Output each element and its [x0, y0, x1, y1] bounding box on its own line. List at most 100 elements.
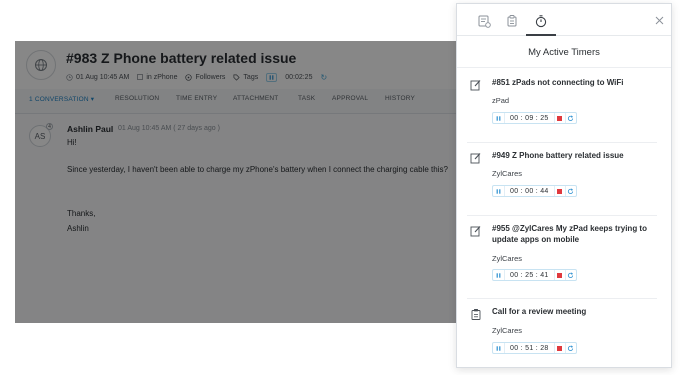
- message-author[interactable]: Ashlin Paul: [67, 124, 113, 134]
- ticket-timer-reset-icon[interactable]: ↻: [320, 73, 327, 82]
- timer-title[interactable]: Call for a review meeting: [492, 306, 660, 317]
- ticket-edit-icon: [470, 78, 482, 91]
- message-body: Since yesterday, I haven't been able to …: [67, 165, 448, 174]
- tab-timers[interactable]: [526, 10, 556, 36]
- reset-button[interactable]: [564, 343, 576, 353]
- pause-icon: [269, 74, 274, 80]
- tab-attachment[interactable]: ATTACHMENT: [233, 95, 278, 102]
- timer-item[interactable]: #851 zPads not connecting to WiFi zPad 0…: [467, 74, 663, 144]
- pause-button[interactable]: [493, 113, 505, 123]
- tab-time-entry[interactable]: TIME ENTRY: [176, 95, 217, 102]
- stop-button[interactable]: [553, 270, 565, 280]
- stop-button[interactable]: [553, 186, 565, 196]
- timer-controls: 00 : 51 : 28: [492, 342, 577, 354]
- timer-clock: 00 : 00 : 44: [510, 187, 549, 195]
- tags-text: Tags: [243, 73, 259, 81]
- ticket-edit-icon: [470, 224, 482, 237]
- ticket-edit-icon: [470, 151, 482, 164]
- tags-link[interactable]: Tags: [233, 74, 258, 81]
- tab-task[interactable]: TASK: [298, 95, 315, 102]
- message-signoff: Thanks,: [67, 209, 96, 218]
- timer-divider: [467, 298, 657, 299]
- tag-icon: [233, 74, 241, 81]
- timer-title[interactable]: #851 zPads not connecting to WiFi: [492, 77, 660, 88]
- timer-controls: 00 : 00 : 44: [492, 185, 577, 197]
- reset-button[interactable]: [564, 270, 576, 280]
- ticket-timer-value: 00:02:25: [285, 73, 313, 81]
- ticket-product-text: in zPhone: [146, 73, 178, 81]
- pause-button[interactable]: [493, 270, 505, 280]
- timer-item[interactable]: #955 @ZylCares My zPad keeps trying to u…: [467, 220, 663, 296]
- timer-icon: [535, 15, 547, 28]
- tab-tickets[interactable]: [473, 10, 495, 32]
- reset-button[interactable]: [564, 186, 576, 196]
- followers-link[interactable]: Followers: [185, 74, 225, 81]
- ticket-date-text: 01 Aug 10:45 AM: [76, 73, 130, 81]
- tab-resolution[interactable]: RESOLUTION: [115, 95, 159, 102]
- ticket-detail: #983 Z Phone battery related issue 01 Au…: [15, 41, 456, 323]
- task-icon: [507, 15, 517, 27]
- timer-title[interactable]: #949 Z Phone battery related issue: [492, 150, 660, 161]
- tab-history[interactable]: HISTORY: [385, 95, 415, 102]
- message-date: 01 Aug 10:45 AM ( 27 days ago ): [118, 125, 220, 132]
- pause-button[interactable]: [493, 343, 505, 353]
- timer-clock: 00 : 09 : 25: [510, 114, 549, 122]
- timer-clock: 00 : 51 : 28: [510, 344, 549, 352]
- tab-tasks[interactable]: [501, 10, 523, 32]
- stop-icon: [557, 345, 563, 351]
- stop-icon: [557, 115, 563, 121]
- panel-divider: [457, 67, 671, 68]
- close-icon[interactable]: [653, 14, 665, 26]
- followers-icon: [185, 73, 193, 81]
- stop-icon: [557, 272, 563, 278]
- ticket-icon: [478, 15, 491, 28]
- timer-item[interactable]: Call for a review meeting ZylCares 00 : …: [467, 303, 663, 365]
- tab-approval[interactable]: APPROVAL: [332, 95, 368, 102]
- timer-controls: 00 : 09 : 25: [492, 112, 577, 124]
- panel-title: My Active Timers: [528, 47, 600, 58]
- message-greeting: Hi!: [67, 138, 77, 147]
- pause-icon: [496, 188, 501, 194]
- timer-org: zPad: [492, 96, 510, 105]
- timer-divider: [467, 142, 657, 143]
- reset-icon: [568, 344, 574, 351]
- conversation-thread: AS 4 Ashlin Paul 01 Aug 10:45 AM ( 27 da…: [15, 114, 456, 323]
- clock-icon: [66, 73, 73, 81]
- timer-org: ZylCares: [492, 169, 523, 178]
- reset-icon: [568, 114, 574, 121]
- channel-badge-icon: 4: [46, 123, 53, 130]
- ticket-date: 01 Aug 10:45 AM: [66, 74, 129, 81]
- reset-button[interactable]: [564, 113, 576, 123]
- ticket-tabs: 1 CONVERSATION ▾ RESOLUTION TIME ENTRY A…: [15, 95, 456, 109]
- app-stage: #983 Z Phone battery related issue 01 Au…: [0, 0, 680, 375]
- timer-title[interactable]: #955 @ZylCares My zPad keeps trying to u…: [492, 223, 660, 245]
- ticket-timer-pause-button[interactable]: [266, 72, 278, 82]
- followers-text: Followers: [195, 73, 226, 81]
- timer-clock: 00 : 25 : 41: [510, 271, 549, 279]
- message-signature: Ashlin: [67, 224, 89, 233]
- stop-button[interactable]: [553, 343, 565, 353]
- product-icon: [137, 74, 144, 80]
- stop-button[interactable]: [553, 113, 565, 123]
- panel-tab-bar: [457, 4, 671, 36]
- timer-org: ZylCares: [492, 254, 523, 263]
- task-icon: [470, 307, 482, 320]
- timer-divider: [467, 215, 657, 216]
- pause-icon: [496, 272, 501, 278]
- ticket-header: #983 Z Phone battery related issue 01 Au…: [15, 41, 456, 89]
- timer-controls: 00 : 25 : 41: [492, 269, 577, 281]
- ticket-product[interactable]: in zPhone: [137, 74, 177, 81]
- stop-icon: [557, 188, 563, 194]
- timer-item[interactable]: #949 Z Phone battery related issue ZylCa…: [467, 147, 663, 217]
- pause-icon: [496, 345, 501, 351]
- globe-icon: [26, 50, 56, 80]
- pause-icon: [496, 115, 501, 121]
- reset-icon: [568, 271, 574, 278]
- pause-button[interactable]: [493, 186, 505, 196]
- reset-icon: [568, 187, 574, 194]
- ticket-title: #983 Z Phone battery related issue: [66, 50, 297, 66]
- ticket-meta: 01 Aug 10:45 AM in zPhone Followers Tags: [66, 71, 327, 83]
- timer-org: ZylCares: [492, 326, 523, 335]
- tab-conversation[interactable]: 1 CONVERSATION ▾: [29, 95, 94, 103]
- active-timers-panel: My Active Timers #851 zPads not connecti…: [456, 3, 672, 368]
